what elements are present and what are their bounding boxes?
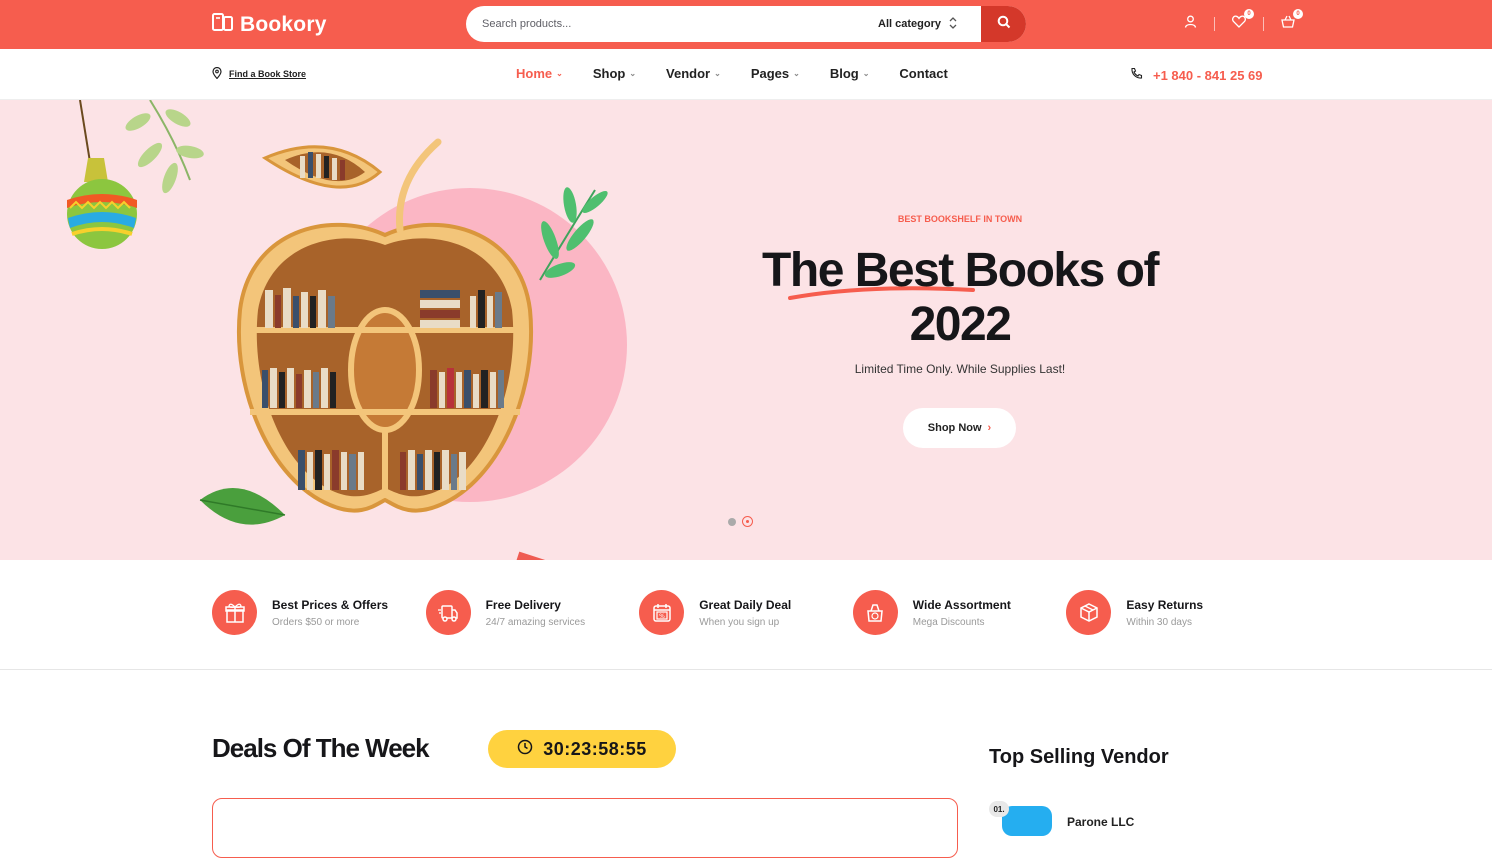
ornament-string xyxy=(79,100,91,163)
slider-dot-2[interactable] xyxy=(742,516,753,527)
feature-item: Easy Returns Within 30 days xyxy=(1066,590,1280,635)
calendar-discount-icon: % xyxy=(639,590,685,635)
chevron-down-icon: ⌄ xyxy=(629,69,637,78)
wishlist-button[interactable]: 0 xyxy=(1229,9,1254,34)
category-select-value: All category xyxy=(878,18,941,30)
cart-button[interactable]: 0 xyxy=(1278,9,1303,34)
feature-item: Best Prices & Offers Orders $50 or more xyxy=(212,590,426,635)
feature-subtitle: Within 30 days xyxy=(1126,616,1192,628)
top-vendor-title: Top Selling Vendor xyxy=(989,746,1169,768)
search-icon xyxy=(997,15,1011,34)
svg-text:%: % xyxy=(659,613,665,620)
hero-subtitle: Limited Time Only. While Supplies Last! xyxy=(854,362,1066,376)
chevron-down-icon: ⌄ xyxy=(714,69,721,78)
cart-count-badge: 0 xyxy=(1293,9,1303,19)
slider-pagination xyxy=(728,516,753,527)
delivery-truck-icon xyxy=(425,590,471,635)
hero-illustration xyxy=(67,100,627,560)
leaf-branch-icon xyxy=(125,100,204,194)
shop-now-label: Shop Now xyxy=(927,422,982,434)
feature-title: Best Prices & Offers xyxy=(272,597,389,612)
chevron-down-icon: ⌄ xyxy=(793,69,800,78)
nav-item-label: Contact xyxy=(899,66,948,81)
basket-icon xyxy=(1281,15,1295,33)
nav-item-blog[interactable]: Blog ⌄ xyxy=(830,66,870,81)
nav-item-contact[interactable]: Contact xyxy=(899,66,947,81)
gift-box-icon xyxy=(494,551,596,560)
top-bar: Bookory All category 0 xyxy=(0,0,1492,49)
find-store-link[interactable]: Find a Book Store xyxy=(212,66,307,81)
main-menu: Home ⌄ Shop ⌄ Vendor ⌄ Pages ⌄ Blog ⌄ Contact xyxy=(516,66,978,81)
wishlist-count-badge: 0 xyxy=(1244,9,1254,19)
deal-product-card[interactable] xyxy=(212,798,958,858)
vendor-avatar[interactable] xyxy=(1002,806,1052,836)
leaf-icon xyxy=(199,488,286,525)
shop-now-button[interactable]: Shop Now › xyxy=(903,408,1016,448)
feature-title: Great Daily Deal xyxy=(699,597,792,612)
search-input[interactable] xyxy=(482,6,862,42)
brand-name: Bookory xyxy=(240,12,327,36)
return-box-icon xyxy=(1066,590,1112,635)
chevron-down-icon: ⌄ xyxy=(556,69,563,78)
search-button[interactable] xyxy=(981,6,1026,42)
search-bar: All category xyxy=(466,6,1026,42)
feature-subtitle: When you sign up xyxy=(699,616,780,628)
vendor-name[interactable]: Parone LLC xyxy=(1067,815,1134,829)
feature-item: Free Delivery 24/7 amazing services xyxy=(425,590,640,635)
feature-subtitle: 24/7 amazing services xyxy=(485,616,586,628)
nav-item-vendor[interactable]: Vendor ⌄ xyxy=(666,66,721,81)
feature-title: Free Delivery xyxy=(485,597,561,612)
gift-icon xyxy=(212,590,257,635)
deal-countdown-timer: 30:23:58:55 xyxy=(488,730,676,768)
account-button[interactable] xyxy=(1180,14,1200,34)
feature-subtitle: Mega Discounts xyxy=(912,616,985,628)
find-store-label: Find a Book Store xyxy=(229,69,307,79)
nav-item-home[interactable]: Home ⌄ xyxy=(516,66,563,81)
chevron-down-icon: ⌄ xyxy=(862,69,870,78)
feature-title: Wide Assortment xyxy=(912,597,1011,612)
main-navbar: Find a Book Store Home ⌄ Shop ⌄ Vendor ⌄ Pa… xyxy=(0,49,1492,100)
map-pin-icon xyxy=(212,66,222,81)
nav-item-shop[interactable]: Shop ⌄ xyxy=(593,66,636,81)
features-row: Best Prices & Offers Orders $50 or more … xyxy=(212,590,1280,635)
hero-banner: BEST BOOKSHELF IN TOWN The Best Books of… xyxy=(0,100,1492,560)
feature-item: % Great Daily Deal When you sign up xyxy=(639,590,853,635)
user-icon xyxy=(1184,15,1197,33)
book-logo-icon xyxy=(212,11,234,38)
divider xyxy=(1214,17,1215,31)
deals-title: Deals Of The Week xyxy=(212,733,430,763)
hero-title: The Best Books of 2022 xyxy=(762,244,1159,351)
nav-item-label: Pages xyxy=(750,66,790,81)
nav-item-label: Vendor xyxy=(666,66,711,81)
vendor-rank-badge: 01. xyxy=(989,801,1009,817)
feature-item: Wide Assortment Mega Discounts xyxy=(852,590,1067,635)
nav-item-label: Shop xyxy=(592,66,626,81)
chevron-right-icon: › xyxy=(987,422,992,434)
heart-icon xyxy=(1232,15,1246,33)
nav-item-pages[interactable]: Pages ⌄ xyxy=(751,66,800,81)
header-actions: 0 0 xyxy=(1180,9,1303,34)
category-select[interactable]: All category xyxy=(878,6,957,42)
christmas-ornament-icon xyxy=(67,158,137,249)
feature-subtitle: Orders $50 or more xyxy=(272,616,360,628)
clock-icon xyxy=(517,739,533,760)
shopping-bag-icon xyxy=(852,590,898,635)
brand-logo[interactable]: Bookory xyxy=(212,11,327,38)
phone-contact[interactable]: +1 840 - 841 25 69 xyxy=(1130,67,1263,83)
countdown-value: 30:23:58:55 xyxy=(543,738,647,759)
section-divider xyxy=(0,669,1492,670)
phone-number: +1 840 - 841 25 69 xyxy=(1153,67,1263,83)
nav-item-label: Home xyxy=(516,66,553,81)
nav-item-label: Blog xyxy=(829,66,859,81)
phone-icon xyxy=(1130,67,1143,83)
feature-title: Easy Returns xyxy=(1126,597,1204,612)
chevron-up-down-icon xyxy=(949,16,957,32)
divider xyxy=(1263,17,1264,31)
hero-eyebrow: BEST BOOKSHELF IN TOWN xyxy=(897,214,1023,224)
slider-dot-1[interactable] xyxy=(728,517,736,526)
